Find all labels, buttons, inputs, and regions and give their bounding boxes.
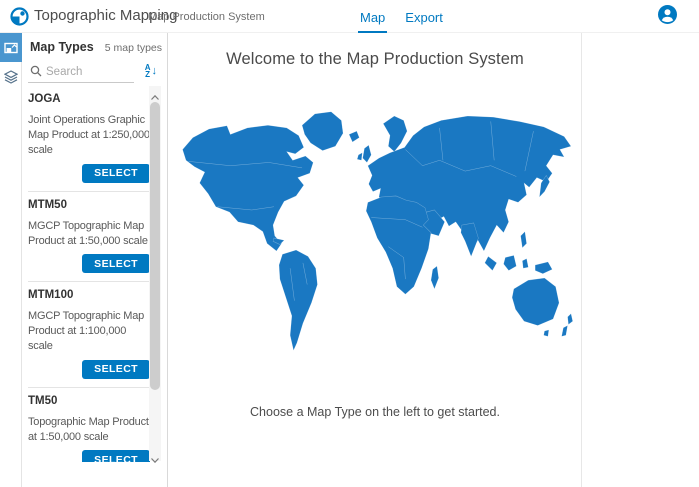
panel-title: Map Types (30, 40, 94, 54)
sort-arrow-icon: ↓ (152, 66, 158, 77)
map-type-button-row: SELECT (28, 359, 150, 379)
chevron-down-icon (151, 458, 159, 463)
scroll-up-button[interactable] (149, 86, 161, 98)
account-button[interactable] (658, 5, 677, 24)
map-type-name: TM50 (28, 395, 150, 408)
search-input[interactable] (46, 66, 126, 78)
map-types-panel: Map Types 5 map types A Z ↓ JOGA Joint O… (22, 33, 168, 487)
map-type-name: JOGA (28, 93, 150, 106)
right-empty-area (583, 33, 699, 487)
instruction-text: Choose a Map Type on the left to get sta… (169, 405, 581, 419)
app-header: Topographic Mapping Map Production Syste… (0, 0, 699, 33)
a-z-sort-icon: A Z (145, 64, 151, 78)
map-type-description: Joint Operations Graphic Map Product at … (28, 113, 150, 158)
tab-map[interactable]: Map (358, 0, 387, 33)
app-window: Topographic Mapping Map Production Syste… (0, 0, 699, 487)
map-type-name: MTM100 (28, 289, 150, 302)
app-subtitle: Map Production System (148, 11, 265, 23)
map-types-tool-button[interactable] (0, 33, 22, 62)
action-strip (0, 33, 22, 487)
scroll-down-button[interactable] (149, 449, 161, 461)
sort-a-z-button[interactable]: A Z ↓ (145, 61, 157, 81)
layers-tool-button[interactable] (0, 62, 22, 91)
select-button[interactable]: SELECT (82, 254, 150, 273)
map-type-button-row: SELECT (28, 254, 150, 274)
map-type-description: MGCP Topographic Map Product at 1:100,00… (28, 309, 150, 354)
map-type-description: Topographic Map Product at 1:50,000 scal… (28, 415, 150, 445)
select-button[interactable]: SELECT (82, 164, 150, 183)
world-map (177, 109, 574, 352)
map-type-item: MTM50 MGCP Topographic Map Product at 1:… (28, 192, 150, 283)
header-tabs: Map Export (358, 0, 445, 33)
welcome-panel: Welcome to the Map Production System (169, 33, 582, 487)
map-type-item: MTM100 MGCP Topographic Map Product at 1… (28, 282, 150, 388)
account-avatar-icon (658, 5, 677, 24)
welcome-title: Welcome to the Map Production System (169, 50, 581, 69)
chevron-up-icon (151, 95, 159, 100)
map-types-icon (4, 41, 18, 55)
map-type-count: 5 map types (105, 42, 162, 54)
search-field (28, 61, 134, 83)
map-type-list: JOGA Joint Operations Graphic Map Produc… (28, 86, 150, 462)
map-type-item: TM50 Topographic Map Product at 1:50,000… (28, 388, 150, 463)
layers-icon (4, 70, 18, 84)
search-icon (30, 65, 42, 77)
map-type-button-row: SELECT (28, 163, 150, 183)
map-type-name: MTM50 (28, 199, 150, 212)
scrollbar-thumb[interactable] (150, 102, 160, 390)
select-button[interactable]: SELECT (82, 360, 150, 379)
map-type-item: JOGA Joint Operations Graphic Map Produc… (28, 86, 150, 192)
map-type-button-row: SELECT (28, 450, 150, 463)
map-type-description: MGCP Topographic Map Product at 1:50,000… (28, 219, 150, 249)
select-button[interactable]: SELECT (82, 450, 150, 462)
tab-export[interactable]: Export (403, 0, 445, 33)
globe-logo-icon (10, 7, 29, 26)
sidebar-scrollbar[interactable] (149, 86, 161, 461)
